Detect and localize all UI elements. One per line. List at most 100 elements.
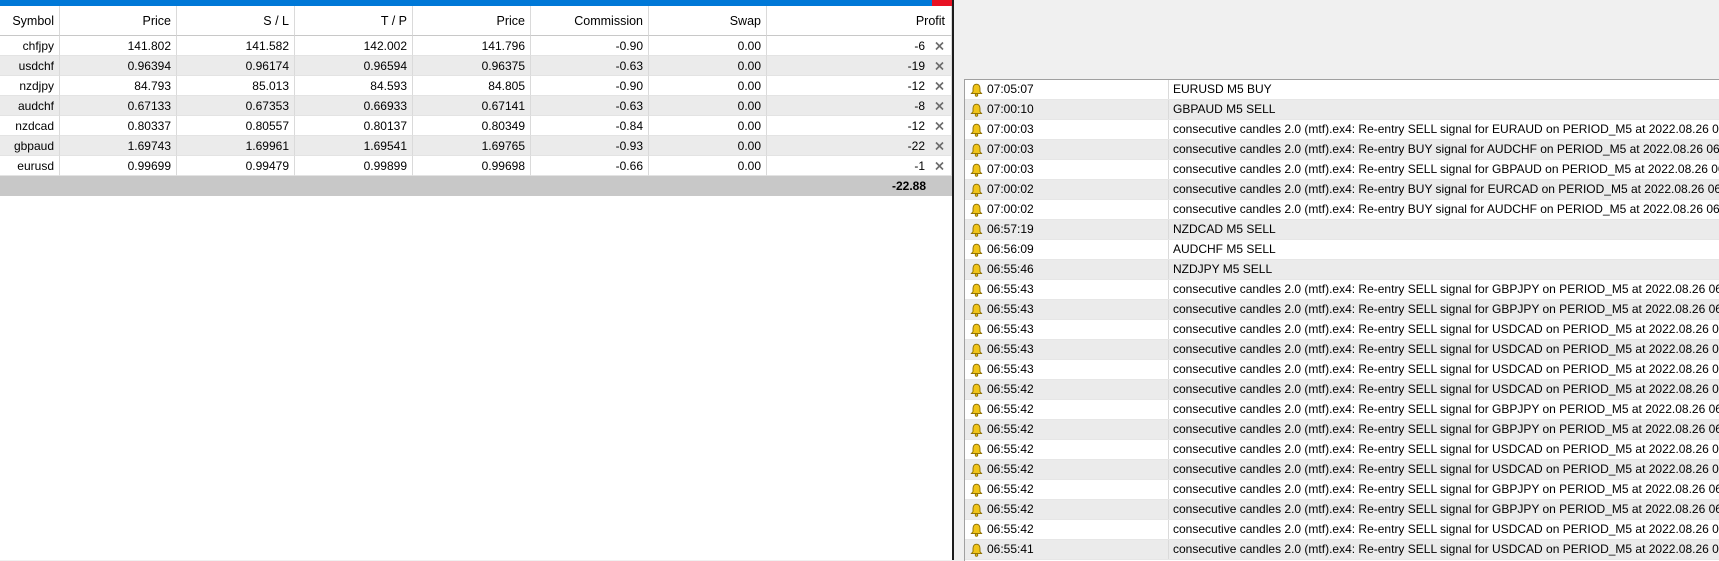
alert-time: 07:00:02 — [987, 200, 1169, 219]
alert-row[interactable]: 07:00:03 consecutive candles 2.0 (mtf).ex… — [965, 160, 1719, 180]
cell-sl: 0.67353 — [177, 96, 295, 116]
column-header-sl[interactable]: S / L — [177, 6, 295, 36]
table-row[interactable]: chfjpy 141.802 141.582 142.002 141.796 -0.90 0… — [0, 36, 952, 56]
cell-sl: 85.013 — [177, 76, 295, 96]
column-header-profit[interactable]: Profit — [767, 6, 952, 36]
cell-symbol: nzdjpy — [0, 76, 60, 96]
alert-time: 06:55:43 — [987, 340, 1169, 359]
cell-sl: 141.582 — [177, 36, 295, 56]
table-row[interactable]: nzdcad 0.80337 0.80557 0.80137 0.80349 -0.84 0… — [0, 116, 952, 136]
alert-message: consecutive candles 2.0 (mtf).ex4: Re-en… — [1173, 322, 1719, 336]
alert-message: consecutive candles 2.0 (mtf).ex4: Re-en… — [1173, 182, 1719, 196]
alert-row[interactable]: 06:55:41 consecutive candles 2.0 (mtf).ex… — [965, 540, 1719, 560]
bell-icon — [970, 243, 983, 257]
table-row[interactable]: nzdjpy 84.793 85.013 84.593 84.805 -0.90 0.00-… — [0, 76, 952, 96]
cell-price: 0.96394 — [60, 56, 177, 76]
column-header-current-price[interactable]: Price — [413, 6, 531, 36]
alert-row[interactable]: 06:55:42 consecutive candles 2.0 (mtf).ex… — [965, 440, 1719, 460]
cell-tp: 84.593 — [295, 76, 413, 96]
table-row[interactable]: eurusd 0.99699 0.99479 0.99899 0.99698 -0.66 0… — [0, 156, 952, 176]
cell-profit: -8 — [767, 96, 952, 116]
bell-icon — [970, 323, 983, 337]
cell-commission: -0.84 — [531, 116, 649, 136]
alert-row[interactable]: 07:00:03 consecutive candles 2.0 (mtf).ex… — [965, 140, 1719, 160]
bell-icon — [970, 523, 983, 537]
cell-price2: 1.69765 — [413, 136, 531, 156]
alert-message: consecutive candles 2.0 (mtf).ex4: Re-en… — [1173, 462, 1719, 476]
cell-commission: -0.66 — [531, 156, 649, 176]
alert-time: 06:55:42 — [987, 420, 1169, 439]
alert-row[interactable]: 06:55:42 consecutive candles 2.0 (mtf).ex… — [965, 420, 1719, 440]
alert-row[interactable]: 07:00:02 consecutive candles 2.0 (mtf).ex… — [965, 200, 1719, 220]
column-header-symbol[interactable]: Symbol — [0, 6, 60, 36]
cell-symbol: eurusd — [0, 156, 60, 176]
close-icon[interactable] — [935, 61, 944, 71]
cell-price2: 0.80349 — [413, 116, 531, 136]
cell-symbol: gbpaud — [0, 136, 60, 156]
alert-row[interactable]: 06:55:43 consecutive candles 2.0 (mtf).ex… — [965, 280, 1719, 300]
alert-message: AUDCHF M5 SELL — [1173, 242, 1276, 256]
alert-row[interactable]: 06:56:09 AUDCHF M5 SELL — [965, 240, 1719, 260]
bell-icon — [970, 423, 983, 437]
cell-profit: -6 — [767, 36, 952, 56]
alert-row[interactable]: 07:05:07 EURUSD M5 BUY — [965, 80, 1719, 100]
column-header-price[interactable]: Price — [60, 6, 177, 36]
alert-time: 06:56:09 — [987, 240, 1169, 259]
cell-swap: 0.00 — [649, 96, 767, 116]
alert-row[interactable]: 06:55:42 consecutive candles 2.0 (mtf).ex… — [965, 500, 1719, 520]
alert-time: 06:55:43 — [987, 360, 1169, 379]
alert-message: consecutive candles 2.0 (mtf).ex4: Re-en… — [1173, 502, 1719, 516]
column-header-tp[interactable]: T / P — [295, 6, 413, 36]
alert-row[interactable]: 06:55:43 consecutive candles 2.0 (mtf).ex… — [965, 320, 1719, 340]
table-row[interactable]: usdchf 0.96394 0.96174 0.96594 0.96375 -0.63 0… — [0, 56, 952, 76]
close-icon[interactable] — [935, 41, 944, 51]
bell-icon — [970, 223, 983, 237]
panel-splitter[interactable] — [952, 0, 954, 560]
alert-row[interactable]: 06:55:42 consecutive candles 2.0 (mtf).ex… — [965, 520, 1719, 540]
alert-time: 06:55:43 — [987, 320, 1169, 339]
cell-swap: 0.00 — [649, 56, 767, 76]
bell-icon — [970, 403, 983, 417]
alert-row[interactable]: 06:55:43 consecutive candles 2.0 (mtf).ex… — [965, 340, 1719, 360]
alert-row[interactable]: 06:55:42 consecutive candles 2.0 (mtf).ex… — [965, 380, 1719, 400]
close-icon[interactable] — [935, 81, 944, 91]
alert-row[interactable]: 07:00:10 GBPAUD M5 SELL — [965, 100, 1719, 120]
cell-price2: 141.796 — [413, 36, 531, 56]
close-icon[interactable] — [935, 161, 944, 171]
bell-icon — [970, 443, 983, 457]
alert-row[interactable]: 06:55:42 consecutive candles 2.0 (mtf).ex… — [965, 400, 1719, 420]
alert-time: 06:55:42 — [987, 380, 1169, 399]
alert-row[interactable]: 06:55:43 consecutive candles 2.0 (mtf).ex… — [965, 300, 1719, 320]
cell-symbol: audchf — [0, 96, 60, 116]
alert-row[interactable]: 07:00:03 consecutive candles 2.0 (mtf).ex… — [965, 120, 1719, 140]
bell-icon — [970, 483, 983, 497]
cell-tp: 142.002 — [295, 36, 413, 56]
close-icon[interactable] — [935, 141, 944, 151]
cell-price2: 0.99698 — [413, 156, 531, 176]
alert-row[interactable]: 06:55:43 consecutive candles 2.0 (mtf).ex… — [965, 360, 1719, 380]
column-header-commission[interactable]: Commission — [531, 6, 649, 36]
table-row[interactable]: audchf 0.67133 0.67353 0.66933 0.67141 -0.63 0… — [0, 96, 952, 116]
cell-swap: 0.00 — [649, 136, 767, 156]
alert-row[interactable]: 06:55:42 consecutive candles 2.0 (mtf).ex… — [965, 480, 1719, 500]
cell-price: 0.80337 — [60, 116, 177, 136]
alert-time: 06:55:42 — [987, 520, 1169, 539]
close-icon[interactable] — [935, 101, 944, 111]
alert-row[interactable]: 06:57:19 NZDCAD M5 SELL — [965, 220, 1719, 240]
alert-row[interactable]: 07:00:02 consecutive candles 2.0 (mtf).ex… — [965, 180, 1719, 200]
cell-symbol: chfjpy — [0, 36, 60, 56]
table-header: Symbol Price S / L T / P Price Commissio… — [0, 6, 952, 36]
bell-icon — [970, 203, 983, 217]
bell-icon — [970, 183, 983, 197]
alert-time: 06:55:42 — [987, 400, 1169, 419]
cell-symbol: usdchf — [0, 56, 60, 76]
trade-rows: chfjpy 141.802 141.582 142.002 141.796 -0.90 0… — [0, 36, 952, 176]
column-header-swap[interactable]: Swap — [649, 6, 767, 36]
cell-sl: 0.99479 — [177, 156, 295, 176]
table-row[interactable]: gbpaud 1.69743 1.69961 1.69541 1.69765 -0.93 0… — [0, 136, 952, 156]
close-icon[interactable] — [935, 121, 944, 131]
alert-time: 07:00:03 — [987, 140, 1169, 159]
alert-row[interactable]: 06:55:46 NZDJPY M5 SELL — [965, 260, 1719, 280]
alert-row[interactable]: 06:55:42 consecutive candles 2.0 (mtf).ex… — [965, 460, 1719, 480]
bell-icon — [970, 83, 983, 97]
